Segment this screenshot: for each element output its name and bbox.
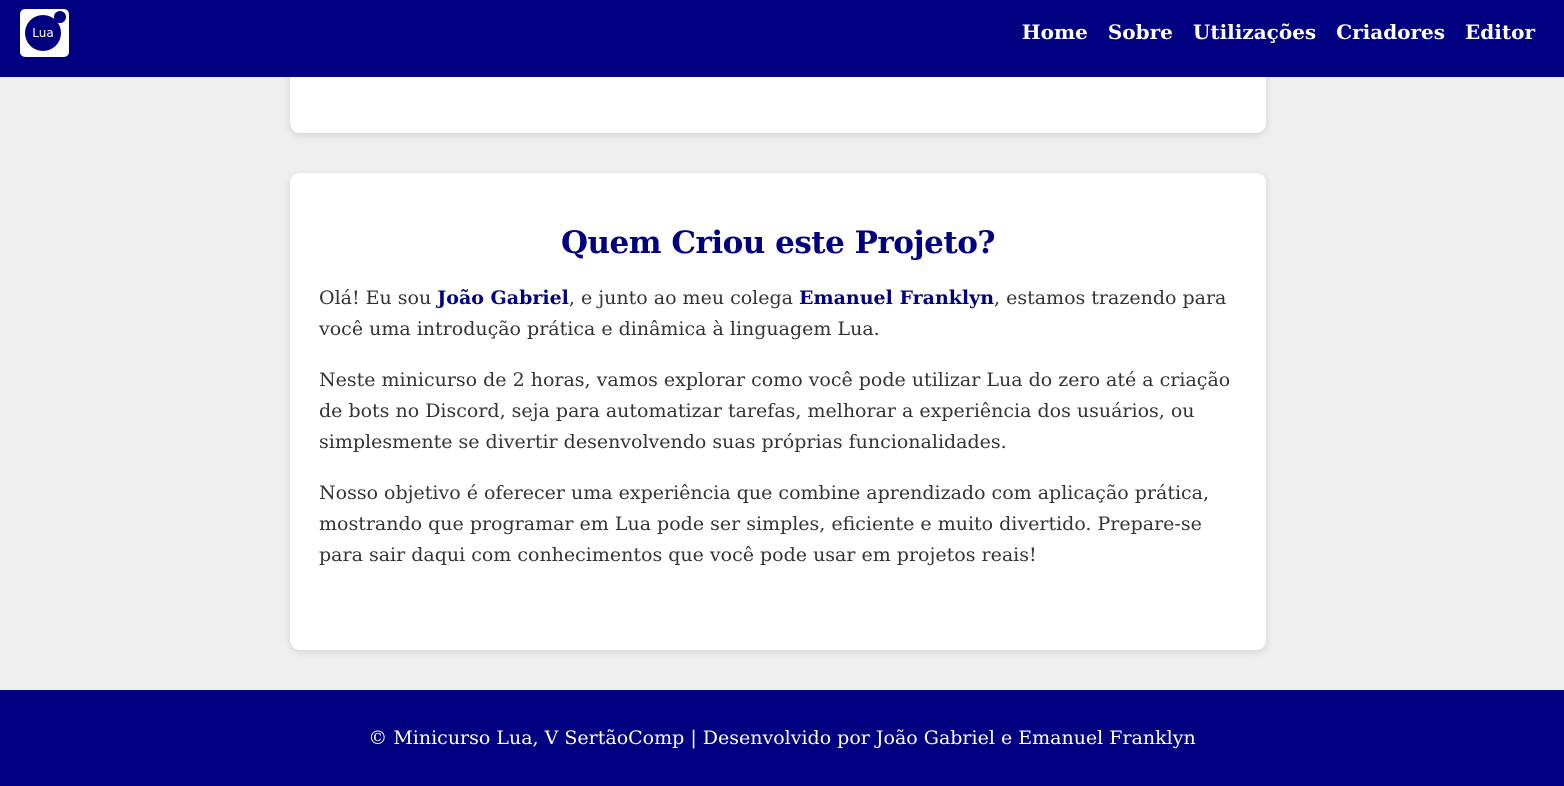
- intro-paragraph: Olá! Eu sou João Gabriel, e junto ao meu…: [319, 283, 1237, 345]
- nav-link-sobre[interactable]: Sobre: [1108, 19, 1173, 45]
- nav-link-home[interactable]: Home: [1022, 19, 1088, 45]
- footer: © Minicurso Lua, V SertãoComp | Desenvol…: [0, 690, 1564, 786]
- creators-section: Quem Criou este Projeto? Olá! Eu sou Joã…: [290, 173, 1266, 650]
- objective-paragraph: Nosso objetivo é oferecer uma experiênci…: [319, 482, 1210, 566]
- section-title: Quem Criou este Projeto?: [560, 225, 996, 261]
- nav-link-criadores[interactable]: Criadores: [1336, 19, 1445, 45]
- course-paragraph: Neste minicurso de 2 horas, vamos explor…: [319, 369, 1231, 453]
- nav-menu: Home Sobre Utilizações Criadores Editor: [1022, 19, 1535, 45]
- logo-text: Lua: [32, 26, 54, 40]
- author-name-emanuel: Emanuel Franklyn: [799, 287, 995, 309]
- nav-link-editor[interactable]: Editor: [1465, 19, 1535, 45]
- lua-logo[interactable]: Lua: [20, 9, 69, 57]
- logo-moon-icon: [54, 11, 66, 23]
- footer-text: © Minicurso Lua, V SertãoComp | Desenvol…: [368, 727, 1196, 749]
- intro-mid-text: , e junto ao meu colega: [568, 287, 800, 309]
- intro-text: Olá! Eu sou: [319, 287, 438, 309]
- navbar: Lua Home Sobre Utilizações Criadores Edi…: [0, 0, 1564, 77]
- nav-link-utilizacoes[interactable]: Utilizações: [1193, 19, 1316, 45]
- author-name-joao: João Gabriel: [437, 287, 569, 309]
